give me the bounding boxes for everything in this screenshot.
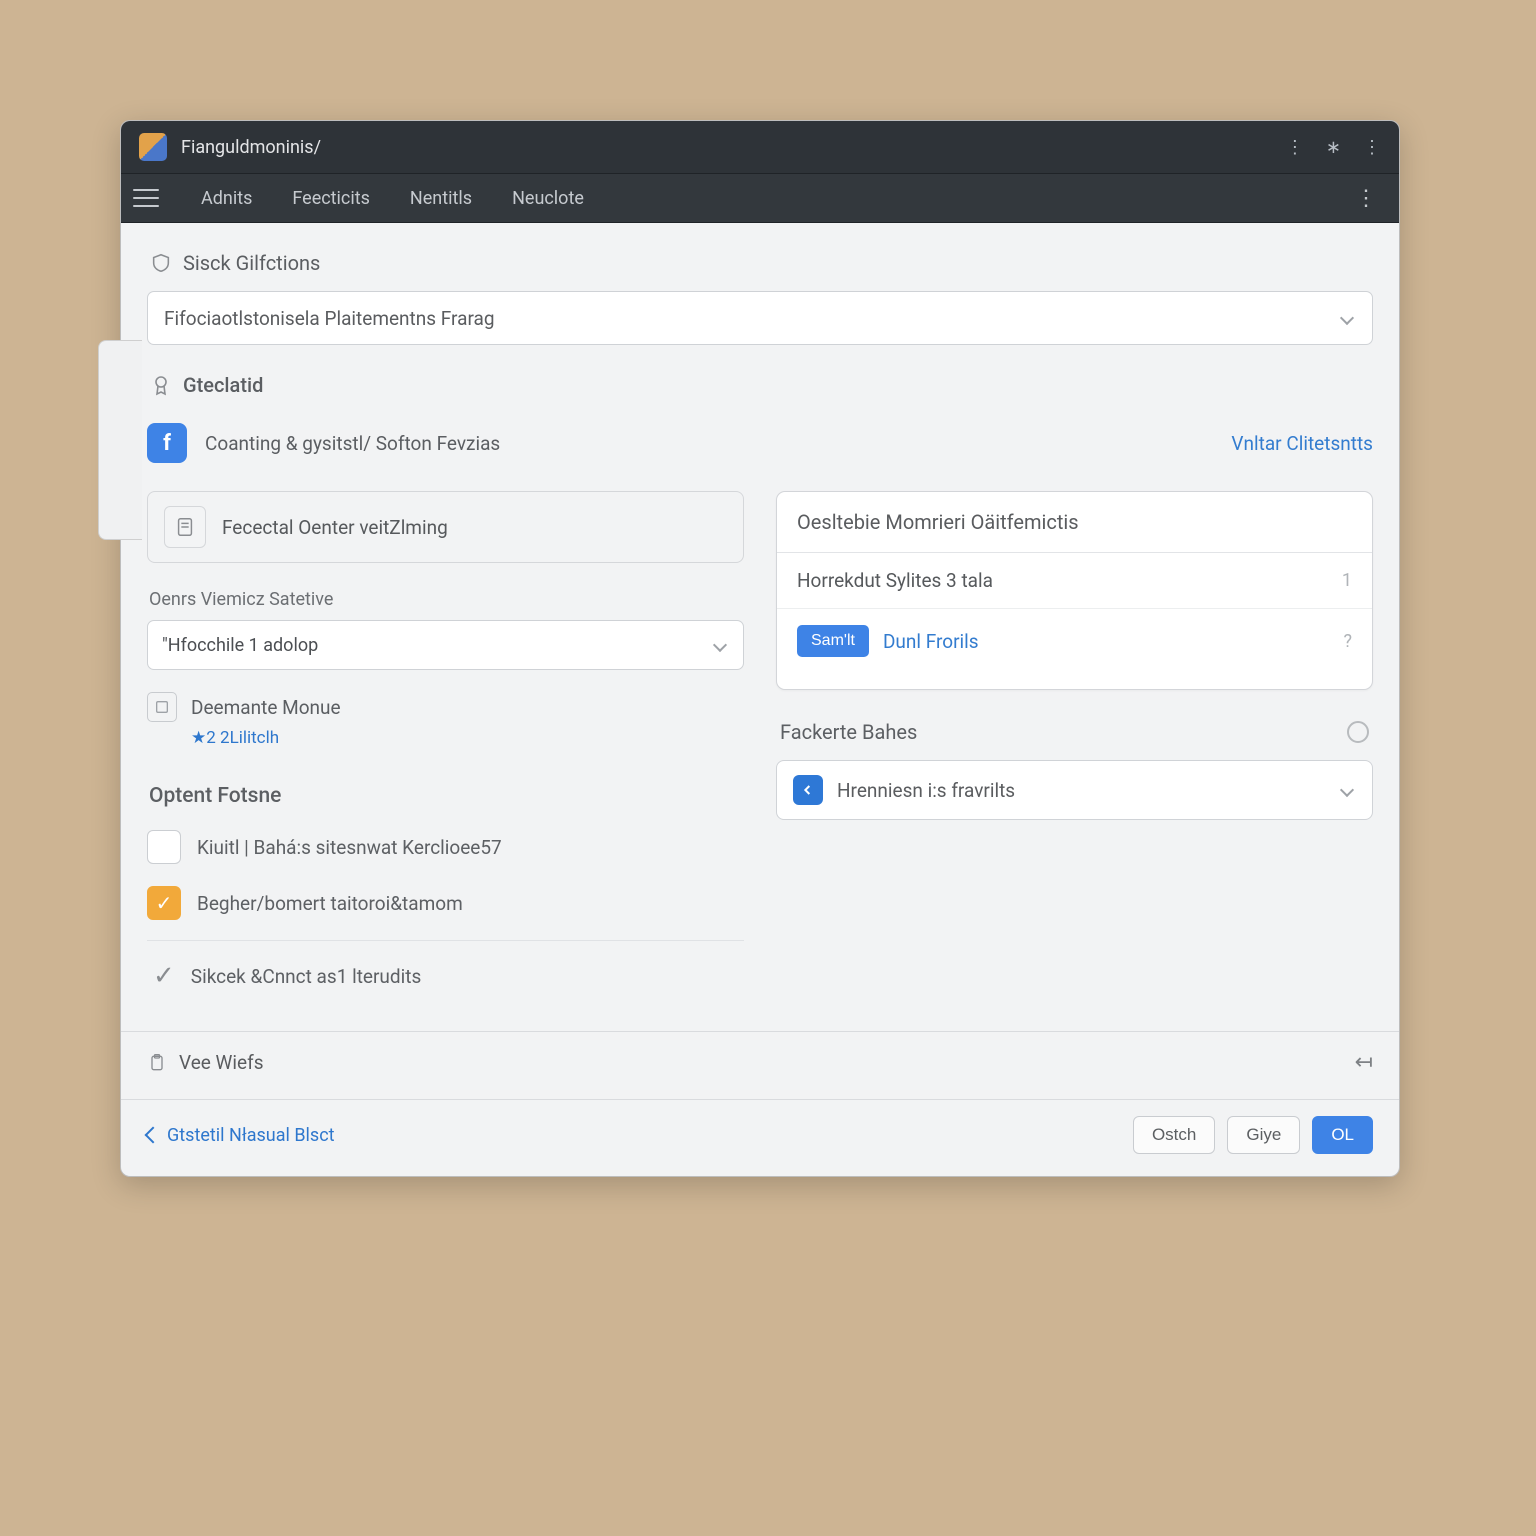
- footer-btn-1[interactable]: Ostch: [1133, 1116, 1215, 1154]
- option1-row[interactable]: Kiuitl | Bahá:s sitesnwat Kerclioee57: [147, 830, 744, 864]
- right-column: Oesltebie Momrieri Oäitfemictis Horrekdu…: [776, 491, 1373, 991]
- option3-label: Sikcek &Cnnct as1 lterudits: [191, 965, 421, 988]
- square-icon: [147, 692, 177, 722]
- shield-icon: [149, 251, 173, 275]
- collapse-arrow-icon[interactable]: ↤: [1355, 1050, 1373, 1075]
- footer-row-1: Vee Wiefs ↤: [121, 1032, 1399, 1099]
- right-card-row1[interactable]: Horrekdut Sylites 3 tala 1: [777, 553, 1372, 609]
- menu-item-adnits[interactable]: Adnits: [181, 188, 272, 209]
- check-outline-icon: ✓: [153, 961, 175, 991]
- right-card-row2: Sam'lt Dunl Frorils ?: [777, 609, 1372, 673]
- titlebar-actions: ⋮ ∗ ⋮: [1286, 137, 1381, 158]
- owners-select-value: "Hfocchile 1 adolop: [162, 635, 318, 656]
- section2-title: Gteclatid: [183, 373, 263, 397]
- app-window: Fianguldmoninis/ ⋮ ∗ ⋮ Adnits Feecticits…: [120, 120, 1400, 1177]
- section2-header: Gteclatid: [149, 373, 1373, 397]
- section1-header: Sisck Gilfctions: [149, 251, 1373, 275]
- demante-row: Deemante Monue: [147, 692, 744, 722]
- side-tab[interactable]: [98, 340, 142, 540]
- checkbox-checked[interactable]: ✓: [147, 886, 181, 920]
- right-card: Oesltebie Momrieri Oäitfemictis Horrekdu…: [776, 491, 1373, 690]
- view-label: Vee Wiefs: [179, 1051, 264, 1074]
- footer-btn-2[interactable]: Giye: [1227, 1116, 1300, 1154]
- options-header: Optent Fotsne: [149, 784, 744, 808]
- left-column: Fecectal Oenter veitZlming Oenrs Viemicz…: [147, 491, 744, 991]
- right-section-label: Fackerte Bahes: [780, 720, 917, 744]
- window-title: Fianguldmoninis/: [181, 137, 321, 158]
- chevron-down-icon: [1338, 781, 1356, 799]
- demante-label: Deemante Monue: [191, 696, 341, 719]
- primary-select[interactable]: Fifociaotlstonisela Plaitementns Frarag: [147, 291, 1373, 345]
- right-select-value: Hrenniesn i:s fravrilts: [837, 779, 1015, 802]
- footer-btn-ok[interactable]: OL: [1312, 1116, 1373, 1154]
- right-select[interactable]: Hrenniesn i:s fravrilts: [776, 760, 1373, 820]
- menu-kebab-icon[interactable]: ⋮: [1345, 186, 1387, 211]
- coaching-row: f Coanting & gysitstl/ Softon Fevzias Vn…: [147, 423, 1373, 463]
- right-card-title: Oesltebie Momrieri Oäitfemictis: [777, 492, 1372, 553]
- titlebar-action-1-icon[interactable]: ⋮: [1286, 137, 1304, 158]
- received-text: Fecectal Oenter veitZlming: [222, 516, 448, 539]
- section1-title: Sisck Gilfctions: [183, 251, 320, 275]
- owners-select[interactable]: "Hfocchile 1 adolop: [147, 620, 744, 670]
- clipboard-icon: [147, 1053, 167, 1073]
- titlebar-action-2-icon[interactable]: ∗: [1326, 137, 1341, 158]
- owners-label: Oenrs Viemicz Satetive: [149, 589, 744, 610]
- app-logo-icon: [139, 133, 167, 161]
- right-section-label-row: Fackerte Bahes: [780, 720, 1369, 744]
- chevron-down-icon: [711, 636, 729, 654]
- hamburger-icon[interactable]: [133, 189, 159, 207]
- received-card[interactable]: Fecectal Oenter veitZlming: [147, 491, 744, 563]
- view-row[interactable]: Vee Wiefs: [147, 1051, 264, 1074]
- option2-row[interactable]: ✓ Begher/bomert taitoroi&tamom: [147, 886, 744, 920]
- send-button[interactable]: Sam'lt: [797, 625, 869, 657]
- help-icon[interactable]: ?: [1343, 631, 1352, 652]
- back-link-text: Gtstetil Nłasual Blsct: [167, 1125, 335, 1146]
- demante-count[interactable]: ★2 2Lilitclh: [191, 728, 744, 748]
- menu-item-nentitls[interactable]: Nentitls: [390, 188, 492, 209]
- menu-item-neuclote[interactable]: Neuclote: [492, 188, 604, 209]
- document-icon: [164, 506, 206, 548]
- radio-unselected[interactable]: [1347, 721, 1369, 743]
- title-bar: Fianguldmoninis/ ⋮ ∗ ⋮: [121, 121, 1399, 173]
- footer-buttons: Ostch Giye OL: [1133, 1116, 1373, 1154]
- right-card-row1-count: 1: [1342, 570, 1352, 591]
- titlebar-action-3-icon[interactable]: ⋮: [1363, 137, 1381, 158]
- chevron-left-icon: [145, 1127, 162, 1144]
- option2-label: Begher/bomert taitoroi&tamom: [197, 892, 463, 915]
- f-badge-icon: f: [147, 423, 187, 463]
- checkbox-unchecked[interactable]: [147, 830, 181, 864]
- check-icon: ✓: [156, 891, 173, 915]
- option3-row[interactable]: ✓ Sikcek &Cnnct as1 lterudits: [147, 940, 744, 991]
- menu-item-feecticits[interactable]: Feecticits: [272, 188, 390, 209]
- menu-bar: Adnits Feecticits Nentitls Neuclote ⋮: [121, 173, 1399, 223]
- arrow-square-icon: [793, 775, 823, 805]
- chevron-down-icon: [1338, 309, 1356, 327]
- badge-icon: [149, 373, 173, 397]
- right-card-row1-text: Horrekdut Sylites 3 tala: [797, 569, 993, 592]
- primary-select-value: Fifociaotlstonisela Plaitementns Frarag: [164, 307, 495, 330]
- back-link[interactable]: Gtstetil Nłasual Blsct: [147, 1125, 335, 1146]
- two-column-layout: Fecectal Oenter veitZlming Oenrs Viemicz…: [147, 491, 1373, 991]
- coaching-link[interactable]: Vnltar Clitetsntts: [1231, 432, 1373, 455]
- body: Sisck Gilfctions Fifociaotlstonisela Pla…: [121, 223, 1399, 1032]
- coaching-text: Coanting & gysitstl/ Softon Fevzias: [205, 432, 500, 455]
- option1-label: Kiuitl | Bahá:s sitesnwat Kerclioee57: [197, 836, 502, 859]
- footer-row-2: Gtstetil Nłasual Blsct Ostch Giye OL: [121, 1100, 1399, 1176]
- right-card-link[interactable]: Dunl Frorils: [883, 630, 979, 653]
